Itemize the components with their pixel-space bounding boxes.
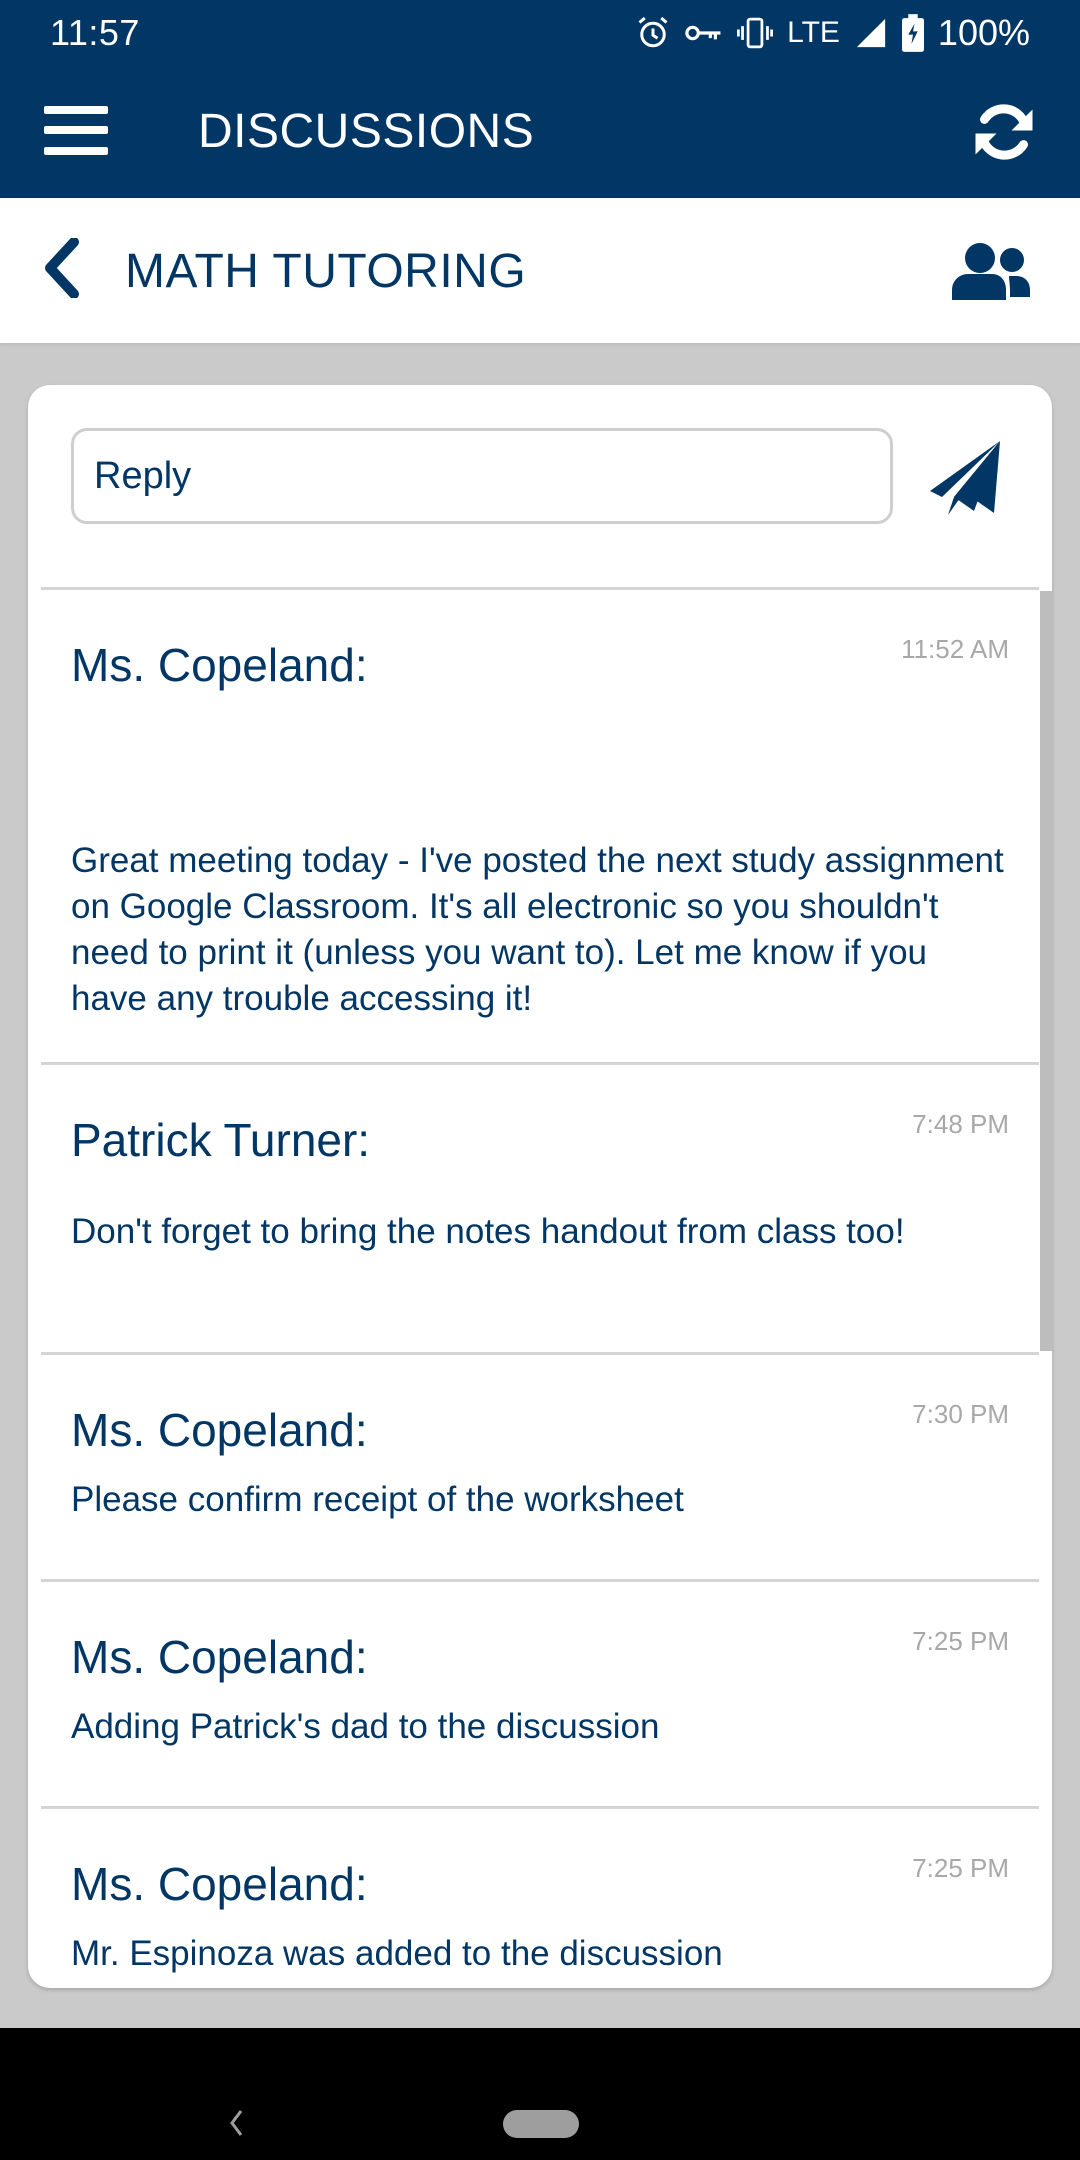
message-time: 11:52 AM: [901, 634, 1009, 664]
vpn-key-icon: [685, 21, 723, 45]
discussion-card: Ms. Copeland: 11:52 AM Great meeting tod…: [28, 385, 1052, 1988]
message-body: Please confirm receipt of the worksheet: [71, 1480, 684, 1519]
nav-home-button[interactable]: [503, 2110, 579, 2138]
menu-button[interactable]: [42, 106, 112, 158]
alarm-icon: [635, 15, 671, 51]
nav-back-button[interactable]: [226, 2108, 246, 2138]
message-body: Don't forget to bring the notes handout …: [71, 1212, 905, 1251]
refresh-button[interactable]: [968, 96, 1040, 168]
system-nav-bar: [0, 2028, 1080, 2160]
message-body: Great meeting today - I've posted the ne…: [71, 841, 1004, 1018]
message-body: Mr. Espinoza was added to the discussion: [71, 1934, 723, 1973]
message-sender: Patrick Turner:: [71, 1114, 371, 1166]
members-button[interactable]: [952, 242, 1030, 300]
discussion-title: MATH TUTORING: [125, 245, 527, 298]
message-sender: Ms. Copeland:: [71, 1404, 368, 1456]
battery-charging-icon: [901, 14, 924, 52]
message-list[interactable]: Ms. Copeland: 11:52 AM Great meeting tod…: [41, 587, 1052, 1988]
refresh-icon: [975, 104, 1033, 160]
message-item: Ms. Copeland: 7:30 PM Please confirm rec…: [41, 1352, 1039, 1579]
message-item: Ms. Copeland: 7:25 PM Adding Patrick's d…: [41, 1579, 1039, 1806]
message-time: 7:25 PM: [912, 1853, 1009, 1883]
status-bar: 11:57 LTE 100%: [0, 0, 1080, 66]
lte-label: LTE: [787, 16, 840, 49]
paper-plane-icon: [930, 441, 1000, 515]
message-item: Patrick Turner: 7:48 PM Don't forget to …: [41, 1062, 1039, 1352]
battery-percent: 100%: [937, 12, 1030, 53]
chevron-left-icon: [45, 237, 79, 299]
reply-row: [28, 385, 1052, 587]
message-item: Ms. Copeland: 11:52 AM Great meeting tod…: [41, 587, 1039, 1062]
message-body: Adding Patrick's dad to the discussion: [71, 1707, 660, 1746]
message-time: 7:48 PM: [912, 1109, 1009, 1139]
message-sender: Ms. Copeland:: [71, 639, 368, 691]
vibrate-icon: [737, 17, 774, 49]
nav-back-icon: [230, 2110, 243, 2136]
page-title: DISCUSSIONS: [198, 105, 535, 158]
back-button[interactable]: [42, 237, 82, 299]
send-button[interactable]: [928, 437, 1004, 517]
message-time: 7:25 PM: [912, 1626, 1009, 1656]
scrollbar-thumb[interactable]: [1040, 591, 1052, 1351]
status-icons: LTE 100%: [635, 12, 1030, 54]
discussion-header: MATH TUTORING: [0, 198, 1080, 343]
message-sender: Ms. Copeland:: [71, 1858, 368, 1910]
app-bar: DISCUSSIONS: [0, 66, 1080, 198]
users-icon: [952, 243, 1030, 300]
message-sender: Ms. Copeland:: [71, 1631, 368, 1683]
reply-input[interactable]: [71, 428, 893, 524]
message-item: Ms. Copeland: 7:25 PM Mr. Espinoza was a…: [41, 1806, 1039, 1988]
status-time: 11:57: [50, 12, 140, 53]
signal-icon: [854, 16, 888, 50]
message-time: 7:30 PM: [912, 1399, 1009, 1429]
